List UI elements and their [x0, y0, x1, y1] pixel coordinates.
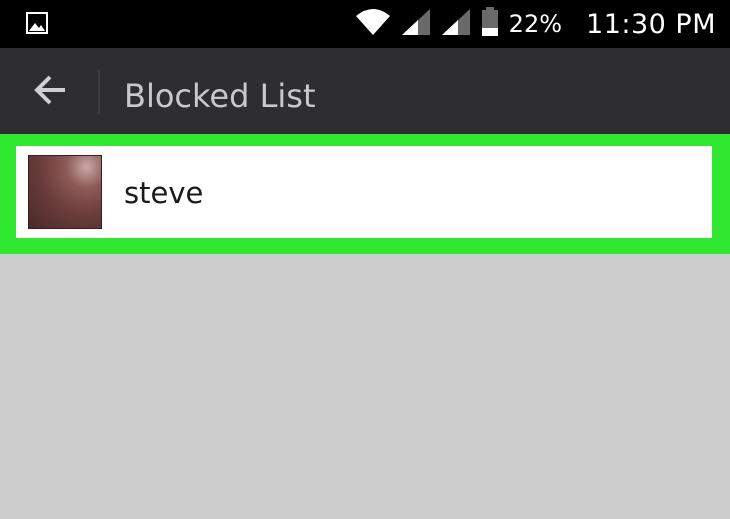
avatar — [28, 155, 102, 229]
action-bar-divider — [98, 70, 100, 114]
signal-icon — [401, 8, 431, 40]
blocked-user-item[interactable]: steve — [16, 146, 712, 238]
battery-percentage: 22% — [508, 10, 563, 38]
back-arrow-icon — [33, 75, 67, 109]
back-button[interactable] — [22, 70, 78, 114]
action-bar: Blocked List — [0, 48, 730, 134]
status-clock: 11:30 PM — [586, 8, 716, 40]
status-icons: 22% 11:30 PM — [355, 0, 716, 48]
battery-icon — [481, 7, 499, 41]
status-bar: 22% 11:30 PM — [0, 0, 730, 48]
page-title: Blocked List — [124, 77, 316, 115]
wifi-icon — [355, 8, 391, 40]
signal-icon — [441, 8, 471, 40]
image-notification-icon — [26, 12, 48, 34]
blocked-user-name: steve — [124, 176, 204, 210]
